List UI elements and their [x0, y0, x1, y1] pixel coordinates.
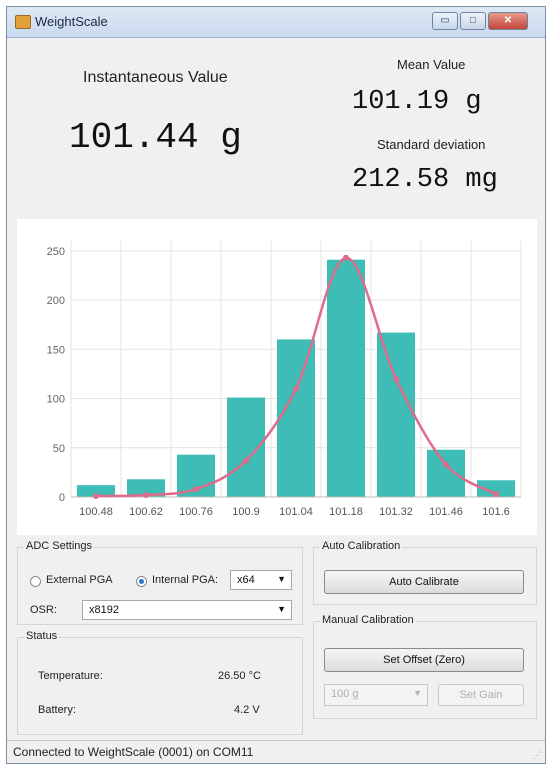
x-tick-label: 100.48 [79, 506, 113, 518]
maximize-button[interactable]: □ [460, 12, 486, 30]
x-tick-label: 101.46 [429, 506, 463, 518]
x-tick-label: 101.32 [379, 506, 413, 518]
y-tick-label: 100 [47, 394, 65, 406]
app-icon [15, 15, 31, 29]
set-offset-button[interactable]: Set Offset (Zero) [324, 648, 524, 672]
manual-calibration-label: Manual Calibration [320, 614, 416, 626]
histogram-svg: 0 50 100 150 200 250 100.48 100.62 100.76 100.9 10… [47, 241, 522, 518]
weight-value: 100 g [331, 688, 359, 700]
mean-value: 101.19 [352, 87, 450, 117]
close-button[interactable]: ✕ [488, 12, 528, 30]
mean-readout: 101.19 g [352, 87, 482, 117]
adc-settings-group: ADC Settings External PGA Internal PGA: … [17, 540, 303, 625]
histogram-chart: 0 50 100 150 200 250 100.48 100.62 100.76 100.9 10… [17, 219, 537, 535]
connection-status-text: Connected to WeightScale (0001) on COM11 [13, 745, 254, 759]
internal-pga-label: Internal PGA: [152, 574, 219, 586]
auto-calibration-group: Auto Calibration Auto Calibrate [313, 540, 537, 605]
curve-point [93, 493, 99, 500]
y-tick-label: 150 [47, 344, 65, 356]
x-tick-label: 100.62 [129, 506, 163, 518]
auto-calibration-label: Auto Calibration [320, 540, 403, 552]
title-bar[interactable]: WeightScale ▭ □ ✕ [7, 7, 545, 38]
instantaneous-label: Instantaneous Value [83, 69, 228, 86]
osr-select[interactable]: x8192 ▼ [82, 600, 292, 620]
histogram-bar [427, 449, 465, 497]
std-label: Standard deviation [377, 137, 486, 152]
instantaneous-value: 101.44 [69, 117, 199, 158]
chevron-down-icon: ▼ [277, 574, 286, 584]
std-unit: mg [465, 165, 498, 195]
curve-point [493, 491, 499, 498]
status-bar: Connected to WeightScale (0001) on COM11… [7, 740, 545, 763]
x-tick-label: 100.9 [232, 506, 260, 518]
x-tick-label: 101.04 [279, 506, 313, 518]
chevron-down-icon: ▼ [277, 604, 286, 614]
resize-grip-icon[interactable]: ⋰ [533, 750, 542, 761]
set-gain-button[interactable]: Set Gain [438, 684, 524, 706]
internal-pga-radio[interactable] [136, 576, 147, 587]
x-tick-label: 100.76 [179, 506, 213, 518]
y-tick-label: 250 [47, 246, 65, 258]
battery-value: 4.2 V [234, 704, 260, 716]
x-tick-label: 101.18 [329, 506, 363, 518]
instantaneous-readout: 101.44 g [69, 117, 242, 158]
minimize-button[interactable]: ▭ [432, 12, 458, 30]
x-tick-label: 101.6 [482, 506, 510, 518]
mean-unit: g [465, 87, 482, 117]
status-group: Status Temperature: 26.50 °C Battery: 4.… [17, 630, 303, 735]
pga-gain-select[interactable]: x64 ▼ [230, 570, 292, 590]
curve-point [243, 457, 249, 464]
battery-label: Battery: [38, 704, 76, 716]
external-pga-radio[interactable] [30, 576, 41, 587]
y-tick-label: 50 [53, 443, 65, 455]
osr-label: OSR: [30, 604, 57, 616]
y-tick-label: 200 [47, 295, 65, 307]
manual-calibration-group: Manual Calibration Set Offset (Zero) 100… [313, 614, 537, 719]
curve-point [343, 254, 349, 261]
histogram-bar [277, 339, 315, 497]
pga-gain-value: x64 [237, 574, 255, 586]
std-value: 212.58 [352, 165, 450, 195]
curve-point [193, 486, 199, 493]
window-title: WeightScale [35, 14, 108, 29]
weight-select[interactable]: 100 g ▼ [324, 684, 428, 706]
chevron-down-icon: ▼ [413, 688, 422, 698]
mean-label: Mean Value [397, 57, 466, 72]
auto-calibrate-button[interactable]: Auto Calibrate [324, 570, 524, 594]
curve-point [393, 375, 399, 382]
instantaneous-unit: g [220, 117, 242, 158]
app-window: WeightScale ▭ □ ✕ Instantaneous Value 10… [6, 6, 546, 764]
std-readout: 212.58 mg [352, 165, 498, 195]
osr-value: x8192 [89, 604, 119, 616]
temperature-value: 26.50 °C [218, 670, 261, 682]
curve-point [293, 385, 299, 392]
status-group-label: Status [24, 630, 60, 642]
adc-settings-label: ADC Settings [24, 540, 95, 552]
temperature-label: Temperature: [38, 670, 103, 682]
curve-point [443, 461, 449, 468]
external-pga-label: External PGA [46, 574, 113, 586]
histogram-bar [377, 332, 415, 497]
histogram-bar [327, 259, 365, 497]
y-tick-label: 0 [59, 492, 65, 504]
curve-point [143, 492, 149, 499]
